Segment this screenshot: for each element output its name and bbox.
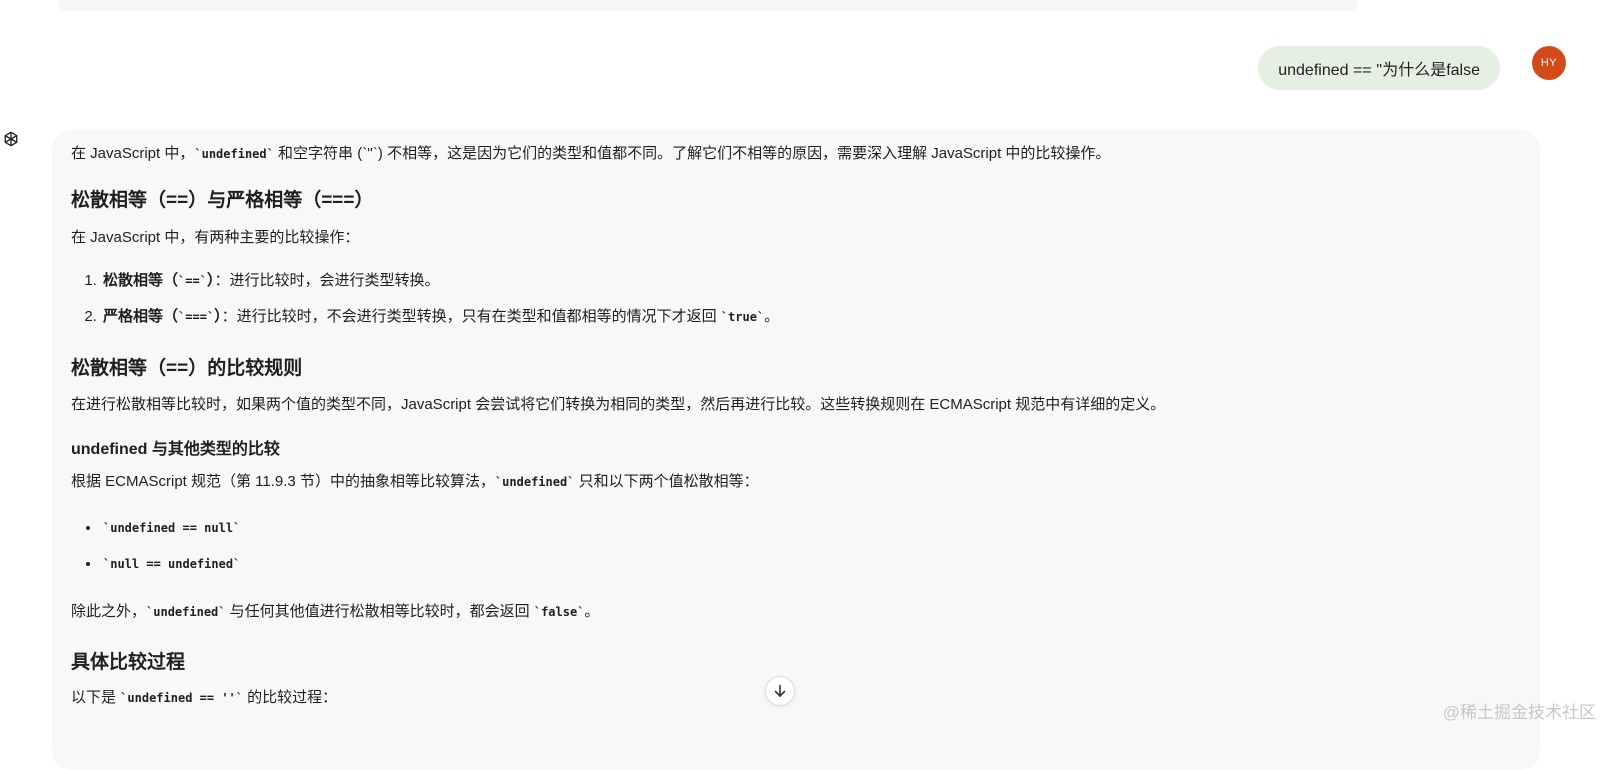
scroll-to-bottom-button[interactable] bbox=[765, 676, 795, 706]
heading-undefined-comparison: undefined 与其他类型的比较 bbox=[71, 441, 280, 458]
other-values-paragraph: 除此之外，`undefined` 与任何其他值进行松散相等比较时，都会返回 `f… bbox=[71, 603, 600, 620]
rules-paragraph: 在进行松散相等比较时，如果两个值的类型不同，JavaScript 会尝试将它们转… bbox=[71, 396, 1166, 413]
avatar-initials: HY bbox=[1540, 57, 1558, 69]
user-message-bubble: undefined == ''为什么是false bbox=[1258, 46, 1500, 90]
comparison-list: 松散相等（`==`）：进行比较时，会进行类型转换。 严格相等（`===`）：进行… bbox=[71, 270, 779, 341]
spec-paragraph: 根据 ECMAScript 规范（第 11.9.3 节）中的抽象相等比较算法，`… bbox=[71, 473, 759, 490]
list-item: `null == undefined` bbox=[101, 553, 240, 576]
intro-paragraph: 在 JavaScript 中，`undefined` 和空字符串 (`''`) … bbox=[71, 145, 1111, 162]
loose-equal-list: `undefined == null` `null == undefined` bbox=[71, 517, 240, 588]
user-message-row: undefined == ''为什么是false HY bbox=[0, 42, 1618, 92]
assistant-answer: 在 JavaScript 中，`undefined` 和空字符串 (`''`) … bbox=[52, 130, 1540, 770]
watermark: @稀土掘金技术社区 bbox=[1442, 703, 1596, 722]
list-item: 松散相等（`==`）：进行比较时，会进行类型转换。 bbox=[101, 270, 779, 293]
previous-message-edge bbox=[58, 0, 1358, 8]
user-avatar[interactable]: HY bbox=[1532, 46, 1566, 80]
heading-loose-vs-strict: 松散相等（==）与严格相等（===） bbox=[71, 190, 374, 211]
list-item: 严格相等（`===`）：进行比较时，不会进行类型转换，只有在类型和值都相等的情况… bbox=[101, 306, 779, 329]
inline-code: `undefined` bbox=[194, 147, 274, 161]
comparison-intro: 在 JavaScript 中，有两种主要的比较操作： bbox=[71, 229, 360, 246]
heading-process: 具体比较过程 bbox=[71, 652, 186, 673]
arrow-down-icon bbox=[774, 684, 786, 697]
openai-logo-icon bbox=[0, 128, 22, 150]
process-paragraph: 以下是 `undefined == ''` 的比较过程： bbox=[71, 689, 338, 706]
heading-loose-rules: 松散相等（==）的比较规则 bbox=[71, 358, 303, 379]
list-item: `undefined == null` bbox=[101, 517, 240, 540]
user-message-text: undefined == ''为什么是false bbox=[1278, 62, 1480, 79]
